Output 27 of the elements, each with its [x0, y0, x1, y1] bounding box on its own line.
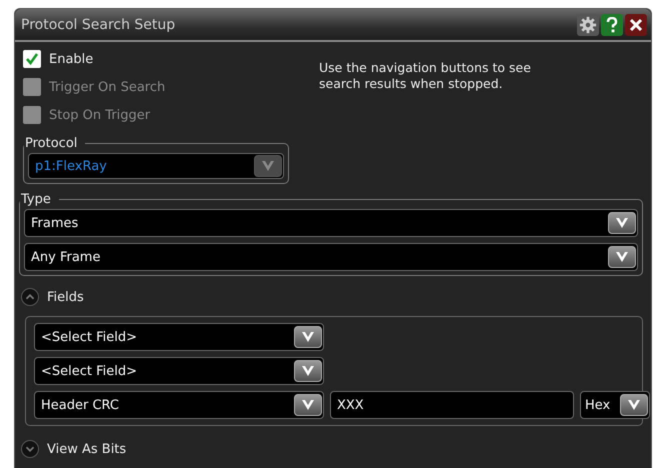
dropdown-button[interactable] — [294, 394, 322, 416]
help-icon — [606, 16, 618, 32]
dropdown-button[interactable] — [294, 360, 322, 382]
dropdown-button[interactable] — [294, 326, 322, 348]
checkbox[interactable]: Enable — [23, 48, 303, 70]
section-toggle[interactable]: View As Bits — [21, 438, 643, 460]
close-icon — [629, 18, 643, 32]
type-dropdown[interactable]: Frames — [24, 209, 638, 237]
format-dropdown[interactable]: Hex — [580, 391, 650, 419]
field-dropdown[interactable]: <Select Field> — [34, 323, 324, 351]
field-dropdown[interactable]: Header CRC — [34, 391, 324, 419]
dropdown-button[interactable] — [608, 246, 636, 268]
group-label: Protocol — [24, 136, 78, 151]
settings-button[interactable] — [577, 14, 599, 36]
dropdown-button[interactable] — [620, 394, 648, 416]
close-button[interactable] — [625, 14, 647, 36]
value-field[interactable]: XXX — [330, 391, 574, 419]
window-title: Protocol Search Setup — [21, 16, 176, 32]
type-dropdown[interactable]: Any Frame — [24, 243, 638, 271]
help-text: Use the navigation buttons to see search results when stopped. — [319, 60, 532, 93]
check-icon — [25, 52, 39, 66]
dropdown-button[interactable] — [608, 212, 636, 234]
help-button[interactable] — [601, 14, 623, 36]
section-toggle[interactable]: Fields — [21, 286, 643, 308]
settings-icon — [579, 16, 597, 34]
field-dropdown[interactable]: <Select Field> — [34, 357, 324, 385]
group-label: Type — [20, 192, 52, 207]
